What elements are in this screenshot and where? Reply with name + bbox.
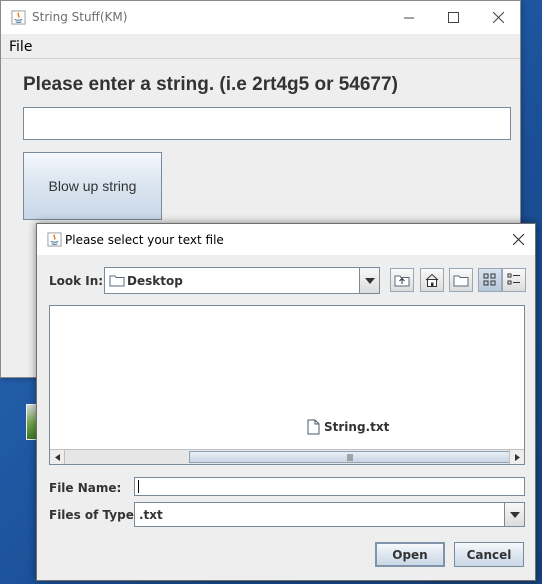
chevron-left-icon (54, 453, 60, 461)
string-input[interactable] (23, 107, 511, 140)
folder-icon (109, 275, 125, 287)
file-chooser-dialog: Please select your text file Look In: De… (36, 223, 536, 581)
scroll-left-button[interactable] (50, 450, 65, 464)
text-file-icon (307, 419, 320, 435)
dialog-close-button[interactable] (501, 224, 535, 255)
menu-file[interactable]: File (9, 39, 32, 55)
details-view-icon (507, 273, 520, 285)
scroll-thumb[interactable] (189, 451, 511, 463)
minimize-icon (404, 17, 414, 18)
maximize-button[interactable] (430, 1, 476, 34)
list-view-button[interactable] (478, 268, 502, 292)
java-icon (11, 10, 26, 25)
home-icon (425, 273, 439, 287)
files-of-type-value: .txt (139, 508, 163, 522)
open-button[interactable]: Open (375, 542, 445, 567)
file-name-input[interactable] (134, 477, 525, 496)
close-icon (512, 234, 524, 245)
list-item[interactable]: String.txt (307, 419, 389, 435)
grip-icon (347, 453, 353, 461)
file-name-label: File Name: (49, 481, 122, 495)
new-folder-button[interactable] (449, 268, 473, 292)
cancel-button[interactable]: Cancel (454, 542, 524, 567)
chevron-down-icon (364, 277, 375, 284)
blow-up-string-button[interactable]: Blow up string (23, 152, 162, 220)
list-view-icon (483, 273, 496, 286)
look-in-combo[interactable]: Desktop (104, 267, 380, 294)
main-titlebar[interactable]: String Stuff(KM) (1, 1, 520, 34)
files-of-type-dropdown-arrow[interactable] (504, 503, 524, 526)
chevron-down-icon (509, 511, 520, 518)
scroll-right-button[interactable] (509, 450, 524, 464)
look-in-label: Look In: (49, 274, 104, 288)
window-title: String Stuff(KM) (32, 10, 128, 24)
home-button[interactable] (420, 268, 444, 292)
java-icon (47, 232, 62, 247)
string-prompt: Please enter a string. (i.e 2rt4g5 or 54… (23, 74, 398, 95)
close-icon (492, 12, 504, 23)
new-folder-icon (453, 275, 469, 287)
text-caret (138, 480, 139, 493)
file-list[interactable]: String.txt (49, 305, 525, 465)
file-item-name: String.txt (324, 420, 390, 434)
look-in-value: Desktop (127, 274, 183, 288)
dialog-titlebar[interactable]: Please select your text file (37, 224, 535, 255)
maximize-icon (447, 12, 459, 23)
up-one-level-button[interactable] (390, 268, 414, 292)
chevron-right-icon (514, 453, 520, 461)
menu-bar: File (1, 34, 520, 59)
look-in-dropdown-arrow[interactable] (359, 268, 379, 293)
dialog-title: Please select your text file (65, 233, 224, 247)
horizontal-scrollbar[interactable] (50, 449, 524, 464)
up-one-level-icon (394, 275, 410, 287)
details-view-button[interactable] (502, 268, 526, 292)
close-button[interactable] (475, 1, 521, 34)
files-of-type-combo[interactable]: .txt (134, 502, 525, 527)
files-of-type-label: Files of Type: (49, 508, 139, 522)
minimize-button[interactable] (386, 1, 432, 34)
